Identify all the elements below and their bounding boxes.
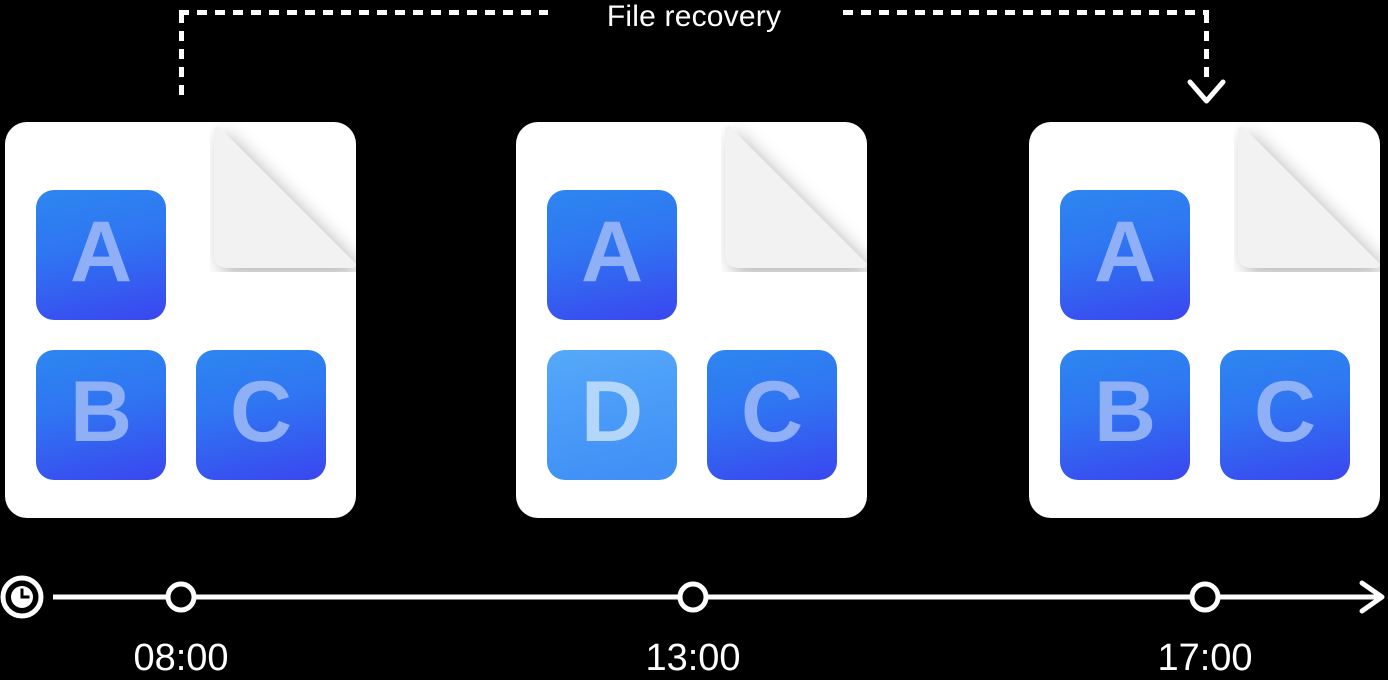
file-card-1700[interactable]: A B C: [1029, 122, 1380, 518]
file-recovery-annotation: File recovery: [0, 0, 1388, 140]
tile-letter: C: [740, 364, 804, 460]
letter-tile-modified[interactable]: D: [547, 350, 677, 480]
clock-icon: [0, 575, 44, 619]
letter-tile[interactable]: C: [196, 350, 326, 480]
letter-tile[interactable]: A: [36, 190, 166, 320]
letter-tile[interactable]: C: [707, 350, 837, 480]
tile-letter: C: [229, 364, 293, 460]
tile-letter: A: [69, 204, 133, 300]
dashed-bracket-icon: [179, 10, 1226, 104]
tile-letter: C: [1253, 364, 1317, 460]
arrow-head-icon: [1187, 79, 1226, 104]
folded-corner-icon: [1234, 122, 1380, 268]
timeline-marker-1700[interactable]: [1189, 581, 1221, 613]
tile-letter: B: [1093, 364, 1157, 460]
tile-letter: A: [580, 204, 644, 300]
letter-tile[interactable]: A: [547, 190, 677, 320]
tile-letter: A: [1093, 204, 1157, 300]
file-card-0800[interactable]: A B C: [5, 122, 356, 518]
folded-corner-icon: [721, 122, 867, 268]
timeline-label-1300: 13:00: [645, 637, 741, 679]
diagram-canvas: File recovery A B C A D C A B C 08:00 13…: [0, 0, 1388, 680]
timeline-marker-1300[interactable]: [677, 581, 709, 613]
timeline-marker-0800[interactable]: [165, 581, 197, 613]
file-card-1300[interactable]: A D C: [516, 122, 867, 518]
timeline-label-0800: 08:00: [133, 637, 229, 679]
letter-tile[interactable]: B: [36, 350, 166, 480]
tile-letter: D: [580, 364, 644, 460]
timeline-label-1700: 17:00: [1157, 637, 1253, 679]
letter-tile[interactable]: C: [1220, 350, 1350, 480]
folded-corner-icon: [210, 122, 356, 268]
letter-tile-restored[interactable]: B: [1060, 350, 1190, 480]
letter-tile[interactable]: A: [1060, 190, 1190, 320]
tile-letter: B: [69, 364, 133, 460]
file-recovery-label: File recovery: [606, 0, 782, 33]
